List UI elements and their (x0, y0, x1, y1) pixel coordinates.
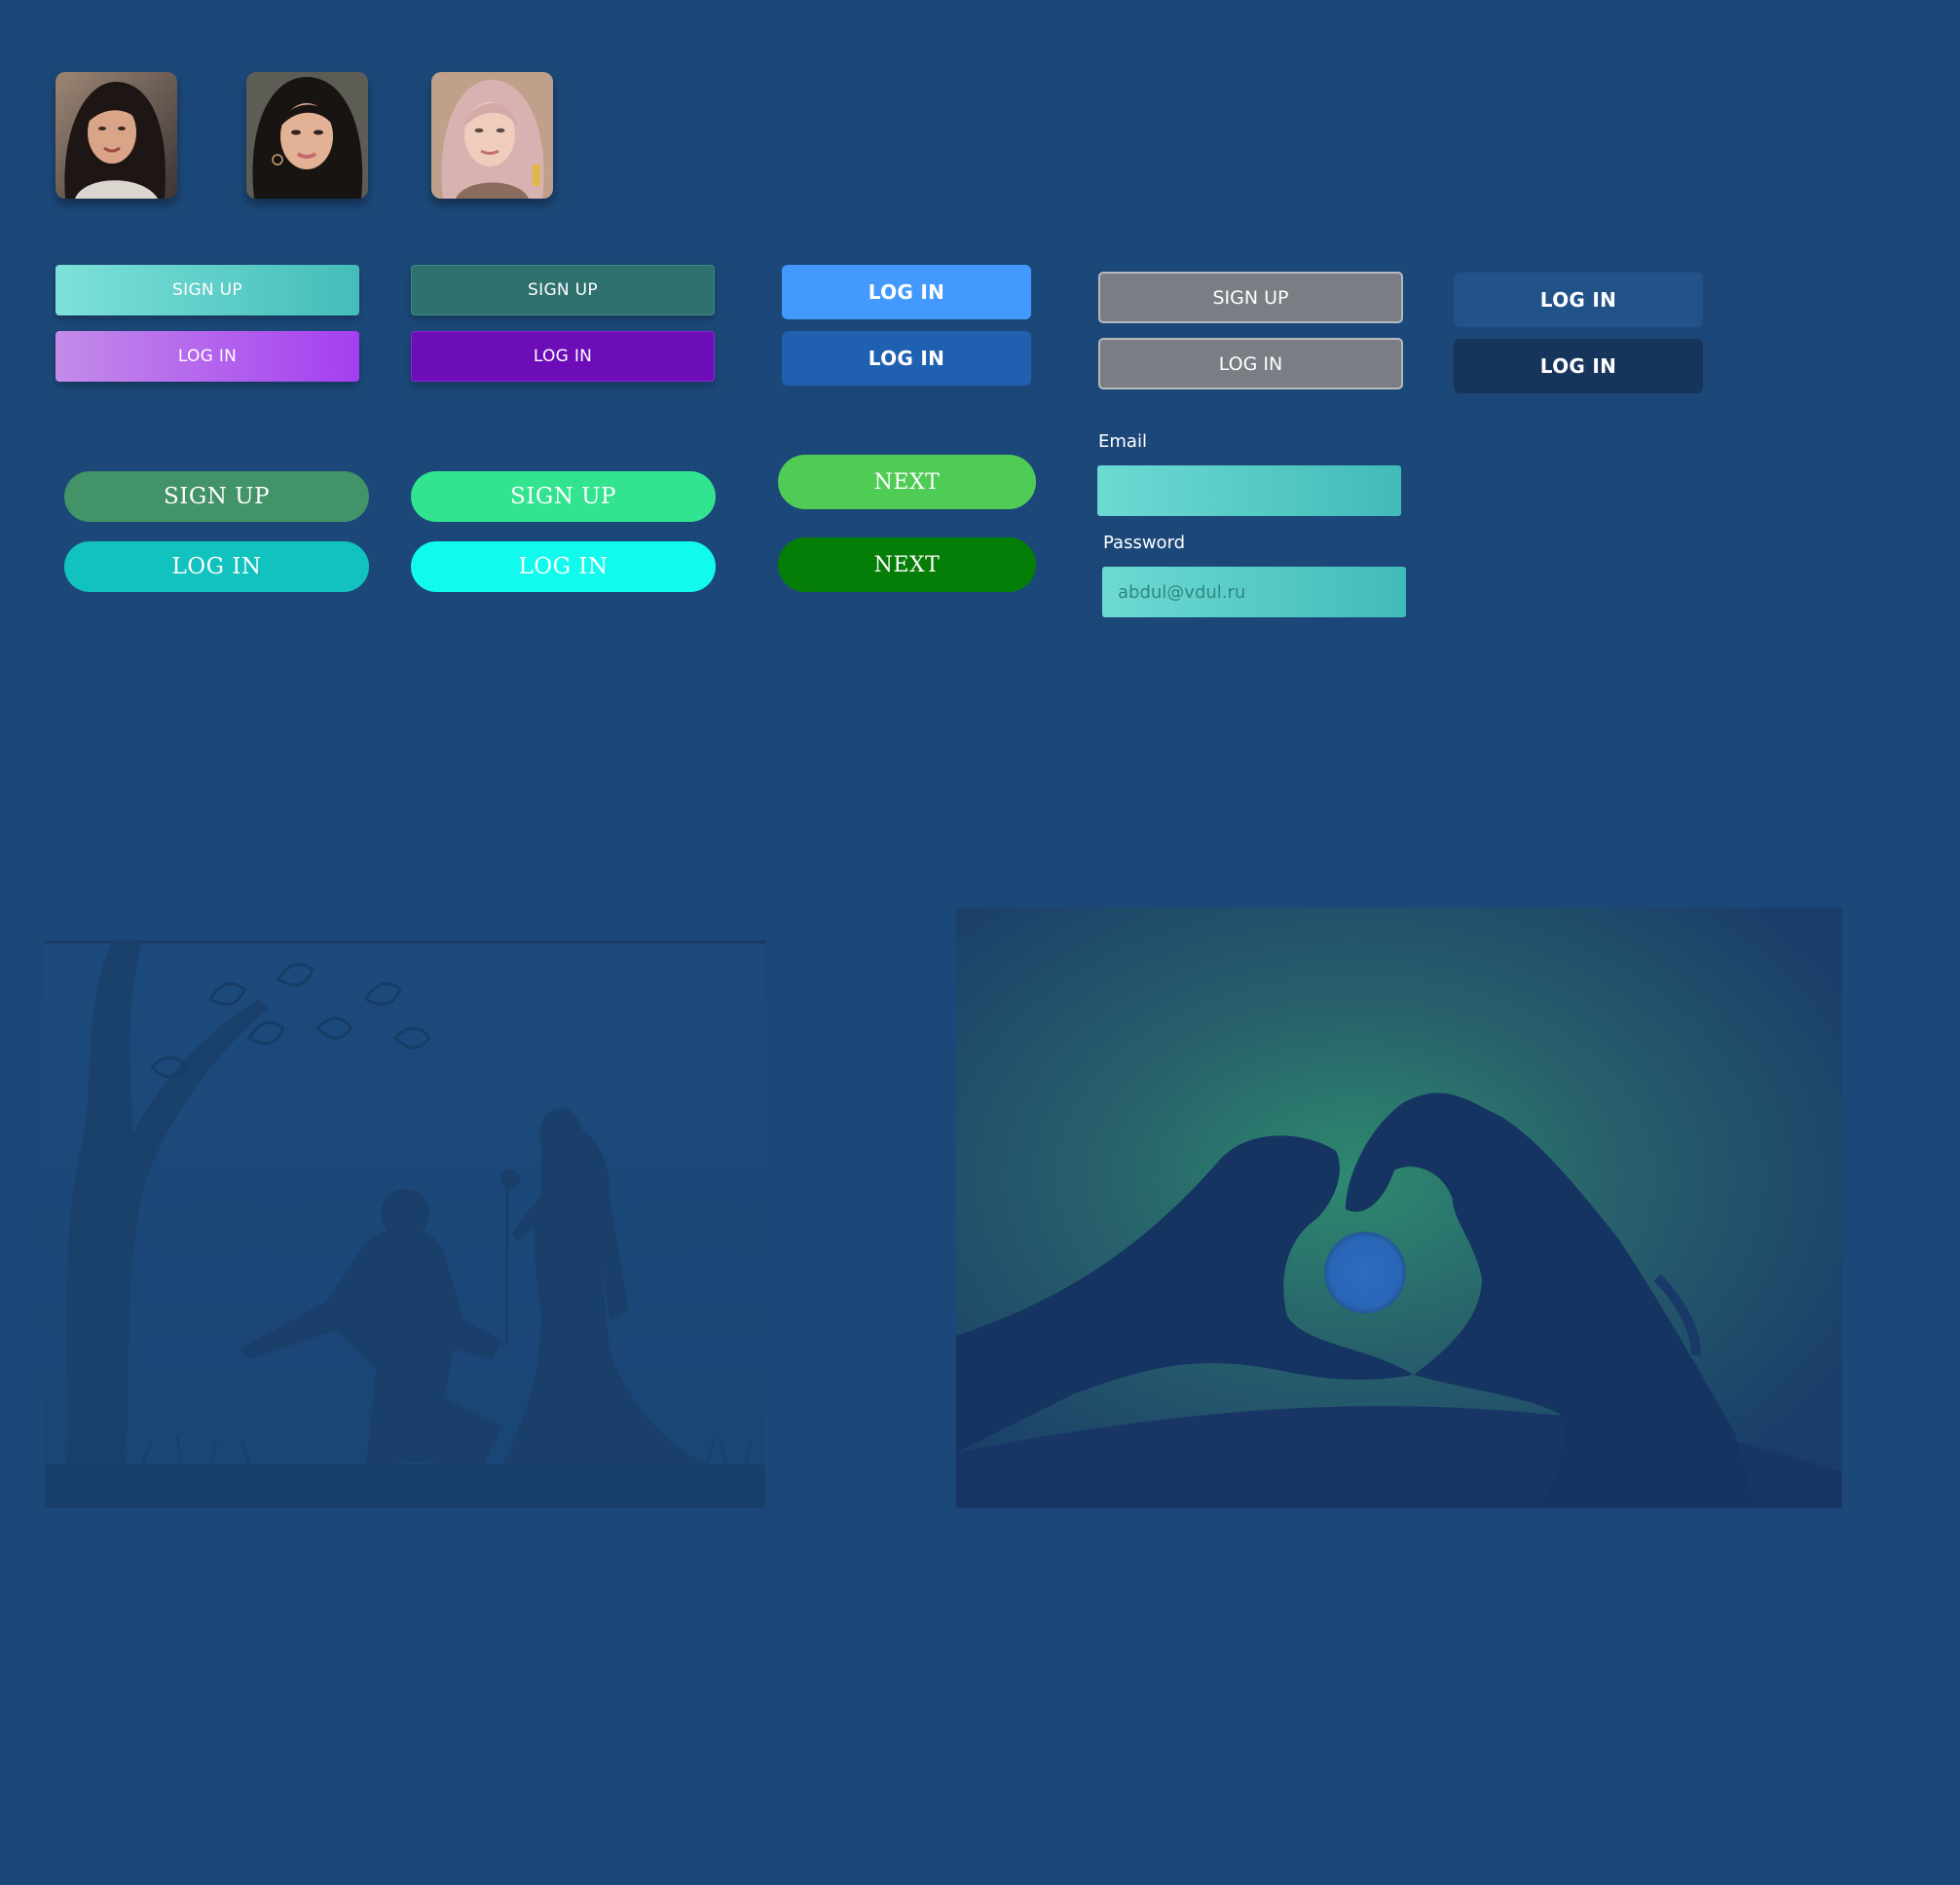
email-label: Email (1098, 431, 1147, 452)
woman-avatar-2-image (246, 72, 368, 199)
avatar-1[interactable] (55, 72, 177, 199)
login-button-label: LOG IN (518, 554, 609, 579)
signup-button-gradient-teal[interactable]: SIGN UP (55, 265, 359, 315)
woman-avatar-3-image (431, 72, 553, 199)
next-button-label: NEXT (873, 469, 941, 495)
proposal-silhouette-illustration (45, 941, 765, 1508)
password-label: Password (1103, 533, 1186, 553)
signup-pill-button-mint[interactable]: SIGN UP (411, 471, 716, 522)
login-button-label: LOG IN (533, 347, 593, 366)
login-button-label: LOG IN (177, 347, 238, 366)
login-pill-button-cyan[interactable]: LOG IN (411, 541, 716, 592)
signup-pill-button-green[interactable]: SIGN UP (64, 471, 369, 522)
signup-button-label: SIGN UP (1212, 286, 1289, 309)
login-button-gray[interactable]: LOG IN (1098, 338, 1403, 389)
next-button-label: NEXT (873, 552, 941, 577)
login-pill-button-teal[interactable]: LOG IN (64, 541, 369, 592)
signup-button-label: SIGN UP (528, 280, 598, 300)
login-button-dark-purple[interactable]: LOG IN (411, 331, 715, 382)
login-button-bright-blue[interactable]: LOG IN (782, 265, 1031, 319)
login-button-gradient-purple[interactable]: LOG IN (55, 331, 359, 382)
signup-button-label: SIGN UP (163, 484, 270, 509)
login-button-label: LOG IN (868, 280, 945, 304)
signup-button-label: SIGN UP (509, 484, 616, 509)
password-field[interactable] (1102, 567, 1406, 617)
heart-hands-moon-illustration (956, 907, 1842, 1508)
signup-button-dark-teal[interactable]: SIGN UP (411, 265, 715, 315)
login-button-label: LOG IN (1539, 288, 1617, 312)
next-button-dark-green[interactable]: NEXT (778, 537, 1036, 592)
login-button-label: LOG IN (868, 347, 945, 370)
avatar-2[interactable] (246, 72, 368, 199)
login-button-navy[interactable]: LOG IN (1454, 273, 1703, 327)
woman-avatar-1-image (55, 72, 177, 199)
avatar-3[interactable] (431, 72, 553, 199)
login-button-dark-navy[interactable]: LOG IN (1454, 339, 1703, 393)
login-button-label: LOG IN (1539, 354, 1617, 378)
next-button-light-green[interactable]: NEXT (778, 455, 1036, 509)
email-field[interactable] (1097, 465, 1401, 516)
login-button-label: LOG IN (171, 554, 262, 579)
login-button-medium-blue[interactable]: LOG IN (782, 331, 1031, 386)
signup-button-label: SIGN UP (172, 280, 242, 300)
signup-button-gray[interactable]: SIGN UP (1098, 272, 1403, 323)
login-button-label: LOG IN (1218, 352, 1283, 375)
